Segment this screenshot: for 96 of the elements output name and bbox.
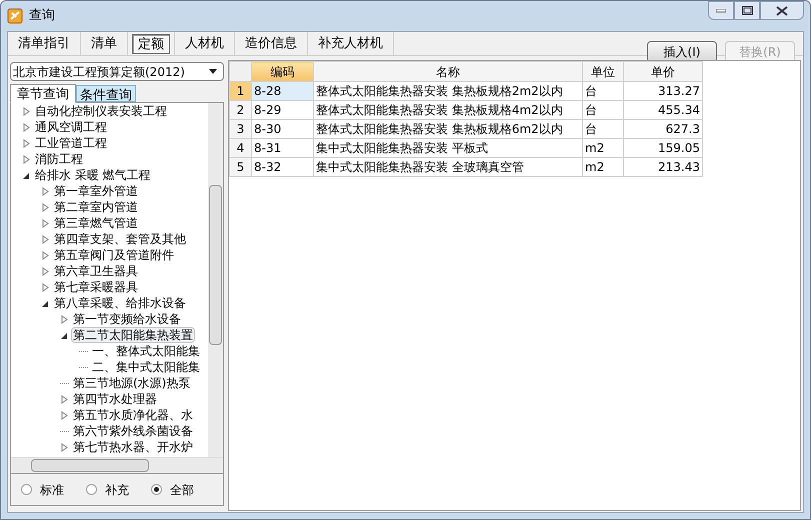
tree-item[interactable]: 第四章支架、套管及其他 bbox=[52, 230, 188, 248]
table-cell: 8-29 bbox=[252, 100, 314, 120]
collapsed-triangle-icon[interactable] bbox=[40, 282, 51, 292]
column-header[interactable]: 单位 bbox=[582, 62, 624, 82]
table-cell: 213.43 bbox=[624, 158, 702, 176]
radio-button[interactable] bbox=[86, 484, 97, 495]
collapsed-triangle-icon[interactable] bbox=[21, 138, 32, 148]
collapsed-triangle-icon[interactable] bbox=[59, 314, 70, 324]
tree-item[interactable]: 第二节太阳能集热装置 bbox=[71, 327, 195, 343]
table-cell: 8-32 bbox=[252, 158, 314, 176]
maximize-icon bbox=[742, 6, 752, 15]
window-title: 查询 bbox=[29, 7, 55, 26]
tab[interactable]: 章节查询 bbox=[10, 84, 76, 103]
row-number[interactable]: 5 bbox=[230, 158, 252, 176]
tree-item[interactable]: 第三章燃气管道 bbox=[52, 214, 140, 232]
table-cell: 8-28 bbox=[252, 82, 314, 100]
tab[interactable]: 人材机 bbox=[179, 34, 230, 54]
table-cell: 整体式太阳能集热器安装 集热板规格2m2以内 bbox=[314, 82, 582, 100]
table-cell: 313.27 bbox=[624, 82, 702, 100]
minimize-icon bbox=[716, 8, 726, 12]
tree-item[interactable]: 第八章采暖、给排水设备 bbox=[52, 294, 188, 312]
minimize-button[interactable] bbox=[708, 1, 734, 20]
radio-button[interactable] bbox=[21, 484, 32, 495]
row-number[interactable]: 3 bbox=[230, 120, 252, 138]
tree-item[interactable]: 第四节水处理器 bbox=[71, 390, 159, 408]
tab[interactable]: 造价信息 bbox=[239, 34, 303, 54]
column-header[interactable]: 单价 bbox=[624, 62, 702, 82]
column-header[interactable]: 名称 bbox=[314, 62, 582, 82]
table-cell: 159.05 bbox=[624, 138, 702, 158]
tree-item[interactable]: 第二章室内管道 bbox=[52, 198, 140, 216]
tab[interactable]: 条件查询 bbox=[76, 85, 136, 102]
dropdown-value: 北京市建设工程预算定额(2012) bbox=[13, 64, 186, 80]
radio-label: 标准 bbox=[40, 482, 64, 498]
table-cell: 台 bbox=[582, 120, 624, 138]
quota-dropdown[interactable]: 北京市建设工程预算定额(2012) bbox=[10, 62, 224, 81]
close-icon bbox=[776, 6, 788, 16]
row-number[interactable]: 4 bbox=[230, 138, 252, 158]
collapsed-triangle-icon[interactable] bbox=[40, 218, 51, 228]
collapsed-triangle-icon[interactable] bbox=[40, 234, 51, 244]
expanded-triangle-icon[interactable] bbox=[59, 330, 70, 340]
table-cell: 8-31 bbox=[252, 138, 314, 158]
collapsed-triangle-icon[interactable] bbox=[59, 410, 70, 420]
close-button[interactable] bbox=[760, 1, 804, 20]
tree-item[interactable]: 第五节水质净化器、水 bbox=[71, 406, 195, 424]
tree-item[interactable]: 消防工程 bbox=[33, 150, 85, 168]
collapsed-triangle-icon[interactable] bbox=[40, 186, 51, 196]
tree-item[interactable]: 二、集中式太阳能集 bbox=[90, 358, 202, 376]
tree-item[interactable]: 第五章阀门及管道附件 bbox=[52, 246, 176, 264]
collapsed-triangle-icon[interactable] bbox=[21, 154, 32, 164]
table-cell: 8-30 bbox=[252, 120, 314, 138]
caret-icon bbox=[209, 69, 217, 74]
tab[interactable]: 补充人材机 bbox=[312, 34, 389, 54]
collapsed-triangle-icon[interactable] bbox=[21, 106, 32, 116]
collapsed-triangle-icon[interactable] bbox=[21, 122, 32, 132]
tree-item[interactable]: 第六章卫生器具 bbox=[52, 262, 140, 280]
table-cell: m2 bbox=[582, 158, 624, 176]
tree-item[interactable]: 第一章室外管道 bbox=[52, 182, 140, 200]
column-header[interactable]: 编码 bbox=[252, 62, 314, 82]
tree-item[interactable]: 第七节热水器、开水炉 bbox=[71, 438, 195, 456]
row-number[interactable]: 2 bbox=[230, 100, 252, 120]
tree-item[interactable]: 第三节地源(水源)热泵 bbox=[71, 374, 192, 392]
table-cell: 627.3 bbox=[624, 120, 702, 138]
table-cell: 455.34 bbox=[624, 100, 702, 120]
expanded-triangle-icon[interactable] bbox=[21, 170, 32, 180]
collapsed-triangle-icon[interactable] bbox=[40, 202, 51, 212]
collapsed-triangle-icon[interactable] bbox=[40, 250, 51, 260]
radio-label: 补充 bbox=[105, 482, 129, 498]
expanded-triangle-icon[interactable] bbox=[40, 298, 51, 308]
tree-item[interactable]: 一、整体式太阳能集 bbox=[90, 342, 202, 360]
tab[interactable]: 清单指引 bbox=[12, 34, 76, 54]
vertical-scrollbar[interactable] bbox=[208, 103, 223, 457]
table-cell: 集中式太阳能集热器安装 平板式 bbox=[314, 138, 582, 158]
tab[interactable]: 定额 bbox=[132, 34, 170, 54]
table-cell: m2 bbox=[582, 138, 624, 158]
collapsed-triangle-icon[interactable] bbox=[40, 266, 51, 276]
table-cell: 整体式太阳能集热器安装 集热板规格4m2以内 bbox=[314, 100, 582, 120]
tree-item[interactable]: 第一节变频给水设备 bbox=[71, 310, 183, 328]
tree-item[interactable]: 第六节紫外线杀菌设备 bbox=[71, 422, 195, 440]
horizontal-scrollbar[interactable] bbox=[11, 457, 223, 473]
collapsed-triangle-icon[interactable] bbox=[59, 394, 70, 404]
tree-item[interactable]: 自动化控制仪表安装工程 bbox=[33, 103, 169, 120]
collapsed-triangle-icon[interactable] bbox=[59, 442, 70, 452]
table-cell: 集中式太阳能集热器安装 全玻璃真空管 bbox=[314, 158, 582, 176]
tree-item[interactable]: 工业管道工程 bbox=[33, 134, 109, 152]
table-cell: 整体式太阳能集热器安装 集热板规格6m2以内 bbox=[314, 120, 582, 138]
tab[interactable]: 清单 bbox=[85, 34, 123, 54]
radio-button[interactable] bbox=[151, 484, 162, 495]
table-cell: 台 bbox=[582, 82, 624, 100]
maximize-button[interactable] bbox=[734, 1, 760, 20]
tree-item[interactable]: 给排水 采暖 燃气工程 bbox=[33, 166, 153, 184]
tree-item[interactable]: 通风空调工程 bbox=[33, 118, 109, 136]
row-number[interactable]: 1 bbox=[230, 82, 252, 100]
table-cell: 台 bbox=[582, 100, 624, 120]
radio-label: 全部 bbox=[170, 482, 194, 498]
tree-item[interactable]: 第七章采暖器具 bbox=[52, 278, 140, 296]
app-icon bbox=[7, 8, 23, 24]
